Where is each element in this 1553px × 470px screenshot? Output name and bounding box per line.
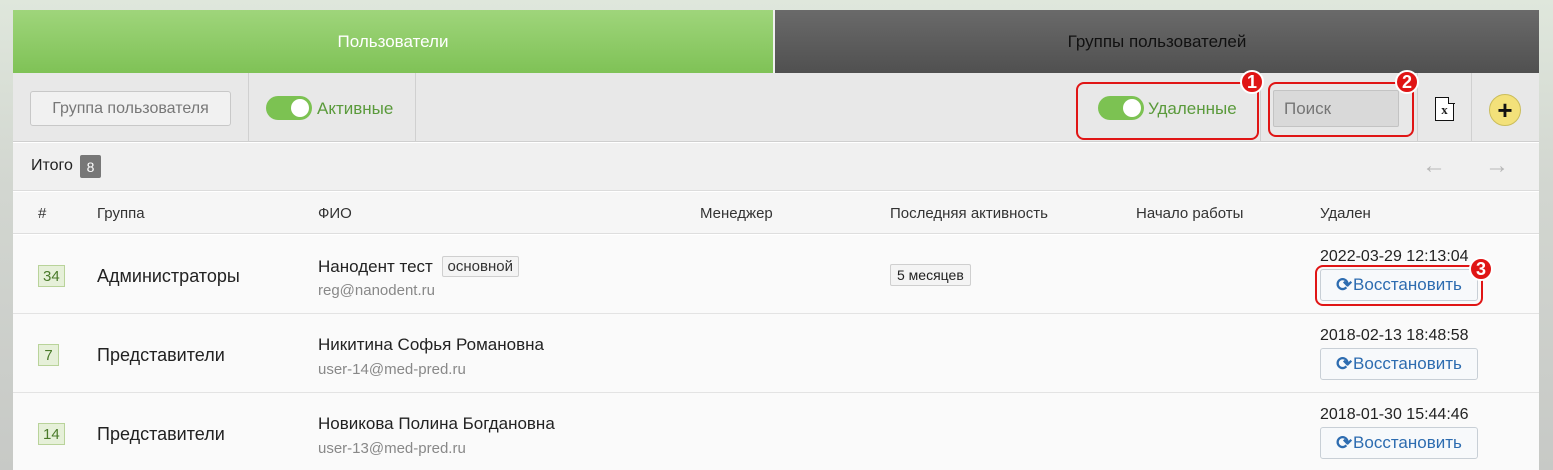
- user-id-badge: 34: [38, 265, 65, 287]
- summary-bar: Итого 8 ← →: [13, 143, 1539, 191]
- excel-export-icon[interactable]: x: [1435, 96, 1455, 121]
- toolbar: Группа пользователя Активные Удаленные x…: [13, 70, 1539, 142]
- deleted-timestamp: 2018-02-13 18:48:58: [1320, 327, 1469, 344]
- user-name: Новикова Полина Богдановна: [318, 414, 555, 433]
- annotation-marker-2: 2: [1395, 70, 1419, 94]
- user-email: user-13@med-pred.ru: [318, 440, 466, 457]
- tab-users[interactable]: Пользователи: [13, 10, 775, 73]
- user-group-filter-button[interactable]: Группа пользователя: [30, 91, 231, 126]
- toolbar-divider: [248, 73, 249, 142]
- annotation-marker-1: 1: [1240, 70, 1264, 94]
- column-header-manager[interactable]: Менеджер: [700, 205, 773, 222]
- toggle-knob: [291, 99, 309, 117]
- toolbar-divider: [415, 73, 416, 142]
- restore-label: Восстановить: [1353, 354, 1462, 373]
- group-cell: Представители: [97, 424, 225, 444]
- user-name: Никитина Софья Романовна: [318, 335, 544, 354]
- restore-button[interactable]: ⟳ Восстановить: [1320, 427, 1478, 459]
- group-cell: Представители: [97, 345, 225, 365]
- table-row[interactable]: 7 Представители Никитина Софья Романовна…: [13, 314, 1539, 393]
- last-activity-badge: 5 месяцев: [890, 264, 971, 286]
- group-cell: Администраторы: [97, 266, 240, 286]
- refresh-icon: ⟳: [1336, 432, 1353, 454]
- table-row[interactable]: 14 Представители Новикова Полина Богдано…: [13, 393, 1539, 470]
- prev-page-arrow-icon[interactable]: ←: [1422, 152, 1446, 180]
- column-header-group[interactable]: Группа: [97, 205, 145, 222]
- active-toggle-label: Активные: [317, 99, 394, 118]
- annotation-highlight-restore: [1315, 265, 1483, 306]
- table-header: # Группа ФИО Менеджер Последняя активнос…: [13, 192, 1539, 234]
- annotation-highlight-search: [1268, 82, 1414, 137]
- column-header-start-date[interactable]: Начало работы: [1136, 205, 1243, 222]
- column-header-id[interactable]: #: [38, 205, 46, 222]
- tab-bar: Пользователи Группы пользователей: [13, 10, 1539, 73]
- restore-label: Восстановить: [1353, 433, 1462, 452]
- user-email: user-14@med-pred.ru: [318, 361, 466, 378]
- name-cell: Новикова Полина Богдановна: [318, 414, 555, 434]
- primary-tag: основной: [441, 256, 519, 277]
- user-id-badge: 7: [38, 344, 59, 366]
- column-header-last-activity[interactable]: Последняя активность: [890, 205, 1048, 222]
- users-panel: Пользователи Группы пользователей Группа…: [13, 10, 1539, 470]
- total-count-badge: 8: [80, 155, 101, 178]
- add-user-button[interactable]: +: [1489, 94, 1521, 126]
- annotation-highlight-deleted: [1076, 82, 1259, 140]
- table-row[interactable]: 34 Администраторы Нанодент тест основной…: [13, 235, 1539, 314]
- next-page-arrow-icon[interactable]: →: [1485, 152, 1509, 180]
- user-email: reg@nanodent.ru: [318, 282, 435, 299]
- column-header-deleted[interactable]: Удален: [1320, 205, 1371, 222]
- user-name: Нанодент тест: [318, 257, 433, 276]
- user-id-badge: 14: [38, 423, 65, 445]
- tab-user-groups[interactable]: Группы пользователей: [775, 10, 1539, 73]
- deleted-timestamp: 2018-01-30 15:44:46: [1320, 406, 1469, 423]
- refresh-icon: ⟳: [1336, 353, 1353, 375]
- active-toggle[interactable]: [266, 96, 312, 120]
- name-cell: Нанодент тест основной: [318, 256, 519, 277]
- annotation-marker-3: 3: [1469, 257, 1493, 281]
- column-header-name[interactable]: ФИО: [318, 205, 352, 222]
- total-label: Итого: [31, 157, 73, 174]
- toolbar-divider: [1471, 73, 1472, 142]
- restore-button[interactable]: ⟳ Восстановить: [1320, 348, 1478, 380]
- deleted-timestamp: 2022-03-29 12:13:04: [1320, 248, 1469, 265]
- name-cell: Никитина Софья Романовна: [318, 335, 544, 355]
